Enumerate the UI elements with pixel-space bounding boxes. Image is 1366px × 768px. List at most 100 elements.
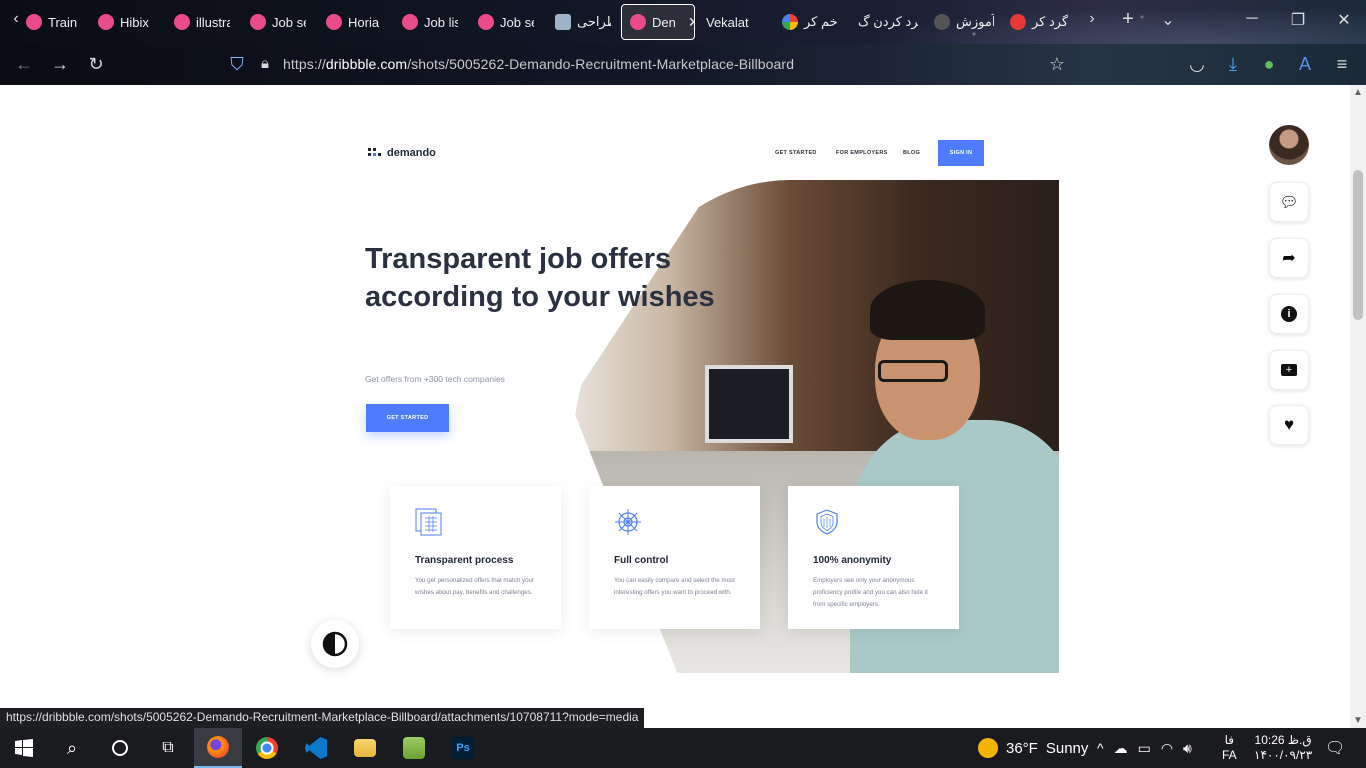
save-to-collection-button[interactable]: +	[1269, 350, 1309, 390]
card-text: You can easily compare and select the mo…	[614, 577, 735, 596]
battery-icon[interactable]: ▭	[1138, 740, 1151, 757]
taskbar-chrome[interactable]	[243, 728, 291, 768]
system-tray: ^ ☁ ▭ ◠ 🔊︎	[1097, 728, 1192, 768]
cortana-button[interactable]	[96, 728, 144, 768]
taskbar-vscode[interactable]	[292, 728, 340, 768]
tab-3[interactable]: illustra	[174, 4, 230, 40]
folder-add-icon: +	[1281, 364, 1297, 376]
logo-mark-icon	[368, 148, 382, 158]
sign-in-button[interactable]: SIGN IN	[938, 140, 984, 166]
tab-10[interactable]: Vekalat	[706, 4, 766, 40]
tab-label: گرد کر	[1032, 14, 1069, 29]
tab-label: Vekalat	[706, 14, 749, 30]
tab-4[interactable]: Job se	[250, 4, 306, 40]
tab-1[interactable]: Trainin	[26, 4, 78, 40]
task-view-button[interactable]: ⧉	[144, 728, 192, 768]
photo-hair	[870, 280, 985, 340]
comment-icon: 💬︎	[1279, 194, 1299, 211]
taskbar-photoshop[interactable]: Ps	[439, 728, 487, 768]
info-button[interactable]: i	[1269, 294, 1309, 334]
taskbar-notepad[interactable]	[390, 728, 438, 768]
clock[interactable]: 10:26 ق.ظ ۱۴۰۰/۰۹/۲۳	[1254, 728, 1312, 768]
nav-bar: ← → ↻ ⛉ 🔒︎ https://dribbble.com/shots/50…	[0, 44, 1366, 85]
comments-button[interactable]: 💬︎	[1269, 182, 1309, 222]
start-button[interactable]	[0, 728, 48, 768]
nav-get-started[interactable]: GET STARTED	[775, 150, 817, 156]
back-icon[interactable]: ←	[12, 54, 36, 74]
close-window-icon[interactable]: ✕	[1332, 10, 1356, 30]
menu-icon[interactable]: ≡	[1330, 54, 1354, 74]
share-button[interactable]: ➦	[1269, 238, 1309, 278]
folder-icon	[354, 739, 376, 757]
nav-for-employers[interactable]: FOR EMPLOYERS	[836, 150, 888, 156]
link-status-bar: https://dribbble.com/shots/5005262-Deman…	[0, 708, 645, 728]
dribbble-icon	[98, 14, 114, 30]
search-button[interactable]: ⌕	[48, 728, 96, 768]
tab-6[interactable]: Job lis	[402, 4, 458, 40]
onedrive-icon[interactable]: ☁	[1114, 740, 1128, 757]
tab-label: Den	[652, 14, 676, 30]
wifi-icon[interactable]: ◠	[1161, 740, 1173, 757]
url-prefix: https://	[283, 56, 326, 72]
sun-icon	[978, 738, 998, 758]
designer-avatar[interactable]	[1269, 125, 1309, 165]
forward-icon[interactable]: →	[48, 54, 72, 74]
reload-icon[interactable]: ↻	[84, 54, 108, 74]
maximize-icon[interactable]: ❐	[1286, 10, 1310, 30]
language-indicator[interactable]: فا FA	[1222, 728, 1237, 768]
volume-icon[interactable]: 🔊︎	[1183, 740, 1192, 757]
new-tab-icon[interactable]: +	[1116, 8, 1140, 31]
tab-active[interactable]: Den ✕	[621, 4, 695, 40]
site-icon	[1010, 14, 1026, 30]
url-path: /shots/5005262-Demando-Recruitment-Marke…	[407, 56, 795, 72]
translate-icon[interactable]: A	[1293, 54, 1317, 74]
tab-label: گرد کردن گ	[858, 14, 918, 29]
theme-toggle-button[interactable]	[311, 620, 359, 668]
shield-grid-icon	[816, 509, 838, 535]
taskbar-firefox[interactable]	[194, 728, 242, 768]
tab-5[interactable]: Horia	[326, 4, 382, 40]
tab-12[interactable]: گرد کردن گ	[858, 4, 918, 40]
page-scrollbar[interactable]: ▲ ▼	[1350, 85, 1366, 728]
close-tab-icon[interactable]: ✕	[688, 14, 694, 31]
tab-7[interactable]: Job se	[478, 4, 534, 40]
notifications-button[interactable]: 🗨︎	[1325, 728, 1345, 768]
site-logo[interactable]: demando	[368, 147, 436, 159]
extension-icon[interactable]: ●	[1257, 54, 1281, 74]
tab-2[interactable]: Hibix	[98, 4, 152, 40]
minimize-icon[interactable]: ─	[1240, 10, 1264, 28]
tab-label: illustra	[196, 14, 230, 30]
lock-icon[interactable]: 🔒︎	[253, 54, 277, 74]
scroll-thumb[interactable]	[1353, 170, 1363, 320]
url-bar[interactable]: https://dribbble.com/shots/5005262-Deman…	[283, 56, 794, 72]
dribbble-icon	[630, 14, 646, 30]
vscode-icon	[305, 737, 327, 759]
screen: ‹ Trainin Hibix illustra Job se Horia Jo…	[0, 0, 1366, 768]
weather-widget[interactable]: 36°F Sunny	[978, 728, 1088, 768]
card-text: Employers see only your anonymous profic…	[813, 577, 928, 608]
tab-11[interactable]: خم کر	[782, 4, 842, 40]
bookmark-star-icon[interactable]: ☆	[1045, 54, 1069, 74]
list-all-tabs-icon[interactable]: ⌄	[1156, 10, 1180, 30]
scroll-up-icon[interactable]: ▲	[1350, 87, 1366, 98]
tab-14[interactable]: گرد کر	[1010, 4, 1070, 40]
tab-label: Hibix	[120, 14, 149, 30]
dribbble-icon	[326, 14, 342, 30]
heart-icon: ♥	[1283, 415, 1295, 434]
ship-wheel-icon	[615, 509, 641, 535]
get-started-button[interactable]: GET STARTED	[366, 404, 449, 432]
tab-8[interactable]: طراحی	[555, 4, 611, 40]
shield-icon[interactable]: ⛉	[225, 54, 249, 74]
like-button[interactable]: ♥	[1269, 405, 1309, 445]
tab-13[interactable]: آموزش	[934, 4, 994, 40]
taskbar: ⌕ ⧉ Ps 36°F Sunny ^ ☁ ▭ ◠ 🔊︎ فا FA 10:26…	[0, 728, 1366, 768]
tabs-scroll-left-icon[interactable]: ‹	[4, 10, 28, 28]
nav-blog[interactable]: BLOG	[903, 150, 920, 156]
taskbar-file-explorer[interactable]	[341, 728, 389, 768]
chevron-up-icon[interactable]: ^	[1097, 740, 1104, 756]
pocket-icon[interactable]: ◡	[1185, 54, 1209, 74]
dribbble-icon	[250, 14, 266, 30]
scroll-down-icon[interactable]: ▼	[1350, 715, 1366, 726]
tabs-scroll-right-icon[interactable]: ›	[1080, 10, 1104, 28]
download-icon[interactable]: ⤓	[1221, 54, 1245, 74]
